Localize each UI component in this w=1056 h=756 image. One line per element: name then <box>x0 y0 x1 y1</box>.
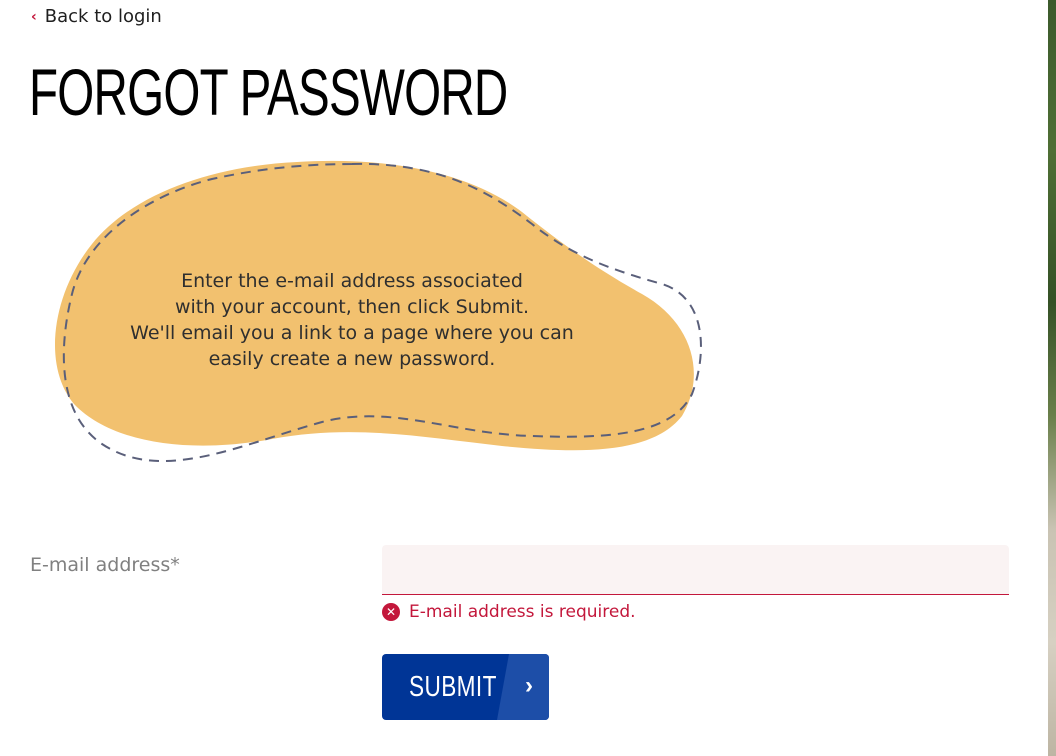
intro-line-1: Enter the e-mail address associated <box>181 270 523 292</box>
intro-blob: Enter the e-mail address associated with… <box>52 154 712 484</box>
email-error-message: E-mail address is required. <box>409 602 636 622</box>
intro-line-2: with your account, then click Submit. <box>174 296 530 318</box>
email-error: ✕ E-mail address is required. <box>382 601 636 623</box>
back-to-login-label: Back to login <box>44 6 162 27</box>
background-photo-edge <box>1048 0 1056 756</box>
submit-button-stripe <box>497 654 549 720</box>
back-to-login-link[interactable]: ‹ Back to login <box>31 6 162 28</box>
email-label: E-mail address* <box>30 554 180 576</box>
email-field[interactable] <box>382 545 1009 595</box>
page-title: FORGOT PASSWORD <box>29 55 508 129</box>
submit-button[interactable]: SUBMIT › <box>382 654 549 720</box>
chevron-right-icon: › <box>525 672 533 699</box>
chevron-left-icon: ‹ <box>31 9 37 25</box>
intro-line-3: We'll email you a link to a page where y… <box>130 322 574 344</box>
forgot-password-page: ‹ Back to login FORGOT PASSWORD Enter th… <box>0 0 1056 756</box>
error-circle-x-icon: ✕ <box>382 603 400 621</box>
intro-line-4: easily create a new password. <box>208 348 496 370</box>
intro-text: Enter the e-mail address associated with… <box>92 268 612 372</box>
submit-button-label: SUBMIT <box>409 671 497 703</box>
